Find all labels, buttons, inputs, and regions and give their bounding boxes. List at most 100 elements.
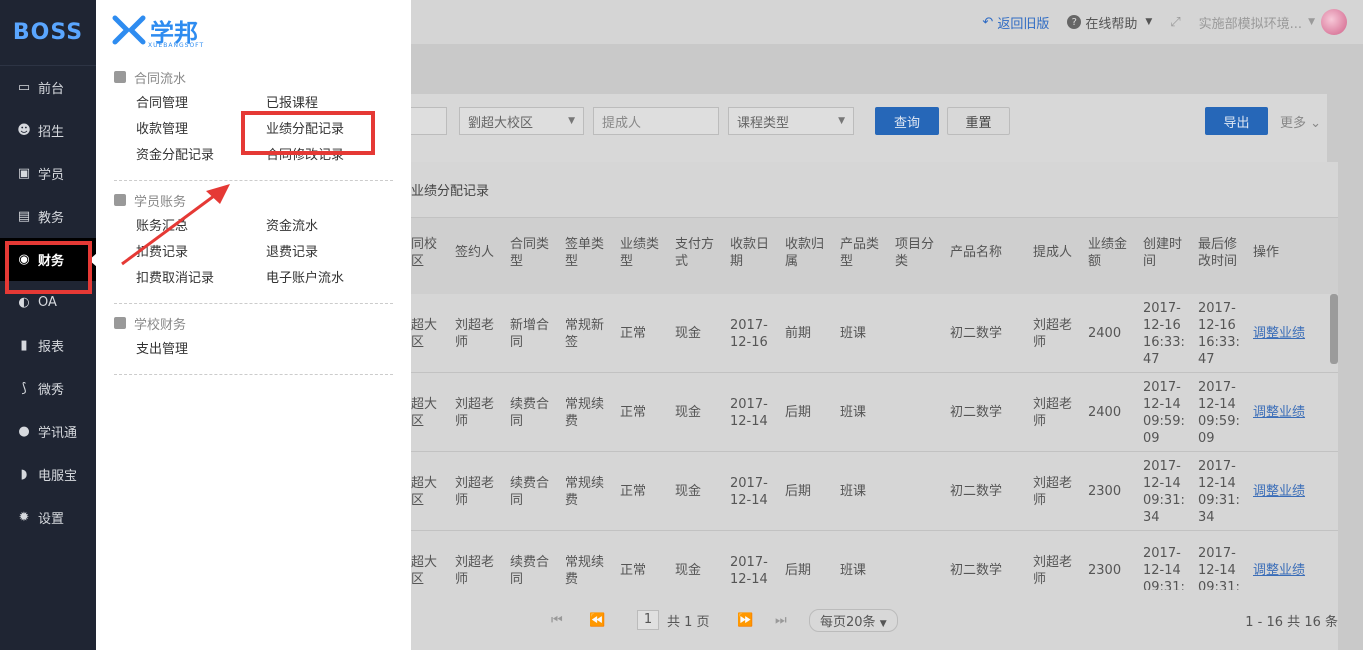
reset-button[interactable]: 重置 — [947, 107, 1010, 135]
adjust-performance-link[interactable]: 调整业绩 — [1253, 404, 1305, 421]
submitter-input[interactable]: 提成人 — [593, 107, 719, 135]
flyout-menu-link[interactable]: 资金分配记录 — [136, 146, 266, 166]
submitter-placeholder: 提成人 — [602, 115, 642, 131]
table-cell: 班课 — [840, 405, 867, 420]
sidebar-item-2[interactable]: ▣ 学员 — [0, 152, 96, 195]
column-header: 签约人 — [455, 245, 495, 260]
id-card-icon: ▣ — [17, 166, 31, 181]
flyout-menu-link[interactable]: 支出管理 — [136, 340, 266, 360]
table-cell: 后期 — [785, 563, 812, 578]
table-cell: 2017- 12-14 09:59: 09 — [1198, 379, 1240, 446]
environment-dropdown[interactable]: 实施部模拟环境... ▼ — [1199, 13, 1315, 32]
query-button[interactable]: 查询 — [875, 107, 939, 135]
table-scrollbar[interactable] — [1330, 294, 1338, 364]
table-cell: 2400 — [1088, 326, 1122, 341]
last-page-icon[interactable]: ⏭ — [775, 613, 787, 628]
xuebang-logo: 学邦 XUEBANGSOFT — [96, 0, 411, 60]
flyout-menu-link[interactable]: 业绩分配记录 — [266, 120, 396, 140]
location-icon: ● — [18, 424, 30, 439]
records-summary: 1 - 16 共 16 条 — [1245, 614, 1338, 630]
filter-input-left[interactable] — [411, 107, 447, 135]
adjust-performance-link[interactable]: 调整业绩 — [1253, 325, 1305, 342]
flyout-menu-link[interactable]: 账务汇总 — [136, 217, 266, 237]
flyout-menu-link[interactable]: 资金流水 — [266, 217, 396, 237]
table-cell: 刘超老 师 — [455, 554, 495, 587]
finance-flyout-menu: 学邦 XUEBANGSOFT 合同流水 合同管理 已报课程 收款管理 业绩分配记录 资金分… — [96, 0, 411, 650]
prev-page-icon[interactable]: ⏪ — [589, 613, 605, 628]
section-icon — [114, 317, 126, 329]
table-body[interactable]: 超大 区刘超老 师新增合 同常规新 签正常 现金 2017- 12-16 前期 班课 初二… — [411, 294, 1338, 590]
flyout-menu-link[interactable]: 已报课程 — [266, 94, 396, 114]
top-bar: ↶ 返回旧版 ? 在线帮助 ▼ ⤢ 实施部模拟环境... ▼ — [411, 0, 1363, 44]
table-cell: 2017- 12-14 — [730, 475, 768, 508]
column-header: 收款归 属 — [785, 237, 825, 269]
table-cell: 2017- 12-14 — [730, 396, 768, 429]
main-content: 劉超大校区 ▼ 提成人 课程类型 ▼ 查询 重置 导出 更多 ⌄ 业绩分配记录 … — [411, 44, 1363, 650]
back-old-version-link[interactable]: ↶ 返回旧版 — [982, 13, 1049, 32]
more-dropdown[interactable]: 更多 ⌄ — [1280, 112, 1321, 131]
table-cell: 现金 — [675, 326, 702, 341]
sidebar-item-1[interactable]: ☻ 招生 — [0, 109, 96, 152]
chevron-down-icon: ⌄ — [1310, 116, 1322, 131]
table-cell: 后期 — [785, 484, 812, 499]
sidebar-item-4[interactable]: ◉ 财务 — [0, 238, 97, 281]
wei-icon: ⟆ — [21, 381, 27, 396]
sidebar-item-label: OA — [38, 295, 57, 310]
main-sidebar: BOSS ▭ 前台 ☻ 招生 ▣ 学员 ▤ 教务 ◉ 财务 ◐ OA ▮ 报表 ⟆ 微秀 ● 学讯通 ◗ 电服宝 ✹ 设置 — [0, 0, 97, 650]
flyout-menu-link[interactable]: 退费记录 — [266, 243, 396, 263]
flyout-menu-link[interactable]: 扣费记录 — [136, 243, 266, 263]
table-cell: 刘超老 师 — [1033, 554, 1073, 587]
table-cell: 常规新 签 — [565, 317, 605, 350]
table-cell: 刘超老 师 — [1033, 396, 1073, 429]
export-button[interactable]: 导出 — [1205, 107, 1268, 135]
sidebar-item-0[interactable]: ▭ 前台 — [0, 66, 96, 109]
table-cell: 正常 — [620, 326, 647, 341]
sidebar-item-5[interactable]: ◐ OA — [0, 281, 96, 324]
table-row: 超大 区刘超老 师续费合 同常规续 费正常 现金 2017- 12-14 后期 班课 初二… — [411, 452, 1338, 531]
column-header: 同校 区 — [411, 237, 438, 269]
flyout-menu-link[interactable]: 合同管理 — [136, 94, 266, 114]
next-page-icon[interactable]: ⏩ — [737, 613, 753, 628]
help-label: 在线帮助 — [1085, 16, 1138, 32]
table-cell: 前期 — [785, 326, 812, 341]
campus-select[interactable]: 劉超大校区 ▼ — [459, 107, 584, 135]
table-cell: 班课 — [840, 326, 867, 341]
calendar-icon: ▭ — [17, 80, 31, 95]
course-type-select[interactable]: 课程类型 ▼ — [728, 107, 854, 135]
sidebar-item-label: 报表 — [38, 340, 65, 355]
sidebar-item-7[interactable]: ⟆ 微秀 — [0, 367, 96, 410]
table-cell: 2017- 12-14 09:31: — [1198, 546, 1240, 590]
caret-down-icon: ▼ — [568, 116, 575, 126]
flyout-menu-link[interactable]: 合同修改记录 — [266, 146, 396, 166]
table-cell: 超大 区 — [411, 554, 438, 587]
sidebar-item-9[interactable]: ◗ 电服宝 — [0, 453, 96, 496]
caret-down-icon: ▼ — [1145, 17, 1153, 27]
flyout-menu-link[interactable]: 收款管理 — [136, 120, 266, 140]
column-header: 业绩类 型 — [620, 237, 660, 269]
page-size-select[interactable]: 每页20条 ▼ — [809, 608, 898, 632]
pagination-bar: ⏮ ⏪ 1 共 1 页 ⏩ ⏭ 每页20条 ▼ 1 - 16 共 16 条 — [411, 590, 1338, 650]
fullscreen-icon[interactable]: ⤢ — [1170, 15, 1180, 30]
sidebar-item-3[interactable]: ▤ 教务 — [0, 195, 96, 238]
table-cell: 正常 — [620, 405, 647, 420]
sidebar-item-label: 招生 — [38, 125, 65, 140]
sidebar-item-6[interactable]: ▮ 报表 — [0, 324, 96, 367]
flyout-menu-link[interactable]: 扣费取消记录 — [136, 269, 266, 289]
boss-logo[interactable]: BOSS — [0, 0, 96, 66]
adjust-performance-link[interactable]: 调整业绩 — [1253, 483, 1305, 500]
table-cell: 2017- 12-16 16:33: 47 — [1143, 300, 1185, 367]
table-cell: 续费合 同 — [510, 396, 550, 429]
adjust-performance-link[interactable]: 调整业绩 — [1253, 562, 1305, 579]
toggle-icon: ◐ — [18, 295, 30, 310]
first-page-icon[interactable]: ⏮ — [551, 613, 563, 628]
online-help-dropdown[interactable]: ? 在线帮助 ▼ — [1067, 13, 1152, 32]
flyout-menu-link[interactable]: 电子账户流水 — [266, 269, 396, 289]
page-number-input[interactable]: 1 — [637, 610, 659, 630]
table-cell: 续费合 同 — [510, 554, 550, 587]
sidebar-item-8[interactable]: ● 学讯通 — [0, 410, 96, 453]
sidebar-item-10[interactable]: ✹ 设置 — [0, 496, 96, 539]
flyout-section-title: 学校财务 — [114, 312, 393, 334]
column-header: 项目分 类 — [895, 237, 935, 269]
table-cell: 后期 — [785, 405, 812, 420]
user-avatar[interactable] — [1321, 9, 1347, 35]
